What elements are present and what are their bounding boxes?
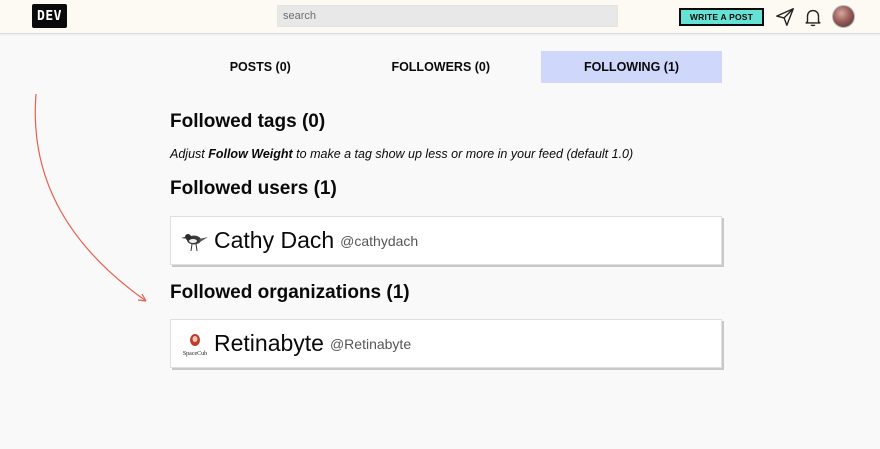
followed-organizations-heading: Followed organizations (1) <box>170 282 410 303</box>
tab-following[interactable]: FOLLOWING (1) <box>541 51 722 83</box>
org-logo-icon: SpaceCub <box>181 330 209 358</box>
followed-user-name: Cathy Dach <box>214 227 335 253</box>
followed-users-heading: Followed users (1) <box>170 178 337 199</box>
followed-organization-name: Retinabyte <box>214 330 324 356</box>
dashboard-tabs: POSTS (0) FOLLOWERS (0) FOLLOWING (1) <box>170 51 722 83</box>
followed-tags-heading: Followed tags (0) <box>170 111 326 132</box>
followed-user-card[interactable]: Cathy Dach @cathydach <box>170 216 722 265</box>
tab-posts[interactable]: POSTS (0) <box>170 51 351 83</box>
hint-prefix: Adjust <box>170 147 209 161</box>
dev-logo[interactable]: DEV <box>32 4 67 28</box>
followed-organization-card[interactable]: SpaceCub Retinabyte @Retinabyte <box>170 319 722 368</box>
follow-weight-hint: Adjust Follow Weight to make a tag show … <box>170 147 633 161</box>
hint-bold: Follow Weight <box>208 147 293 161</box>
user-avatar[interactable] <box>832 5 855 28</box>
search-input[interactable] <box>277 5 618 27</box>
paper-plane-icon[interactable] <box>774 6 796 28</box>
tab-followers[interactable]: FOLLOWERS (0) <box>351 51 532 83</box>
bird-avatar-icon <box>181 227 209 255</box>
write-post-button[interactable]: WRITE A POST <box>679 8 764 26</box>
hint-suffix: to make a tag show up less or more in yo… <box>292 147 634 161</box>
org-logo-text: SpaceCub <box>183 351 207 357</box>
top-navigation-bar: DEV WRITE A POST <box>0 0 880 34</box>
bell-icon[interactable] <box>802 6 824 28</box>
followed-organization-handle: @Retinabyte <box>329 335 412 352</box>
followed-user-handle: @cathydach <box>340 232 419 249</box>
